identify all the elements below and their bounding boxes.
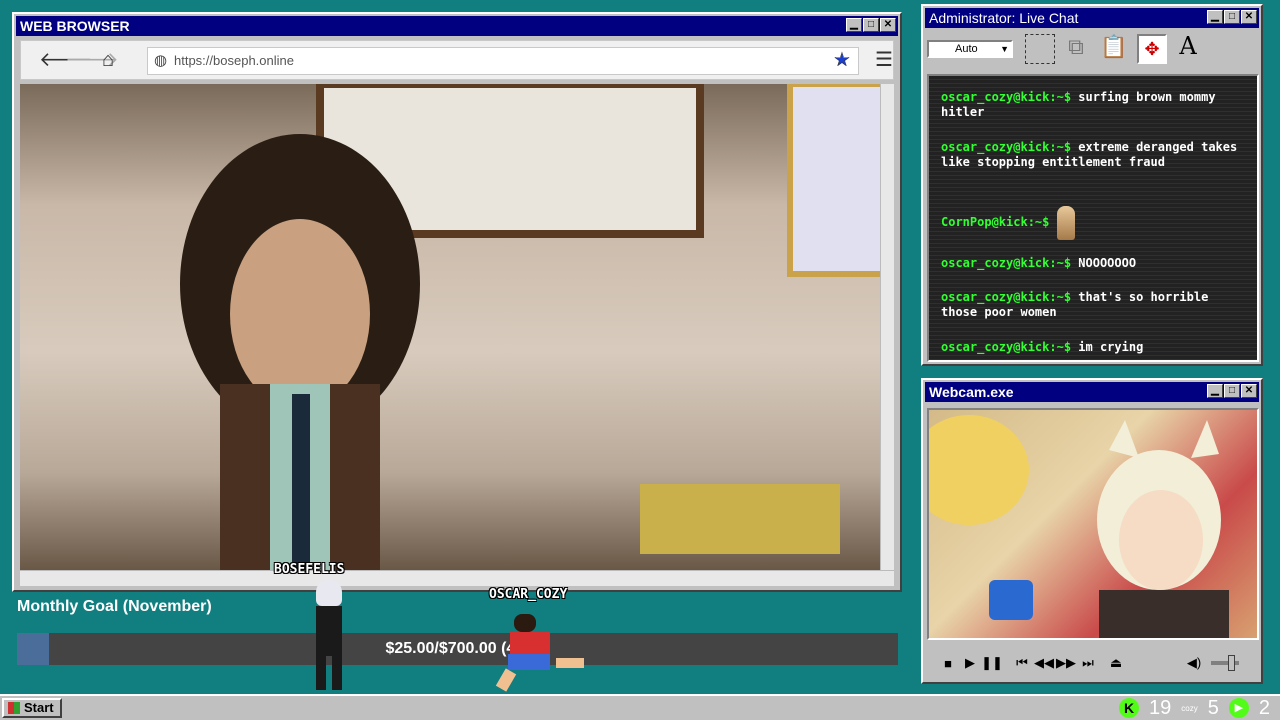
video-frame (180, 84, 884, 570)
chat-username: oscar_cozy@kick:~$ (941, 256, 1072, 270)
hamburger-menu-icon[interactable]: ☰ (873, 49, 895, 71)
webpage-video-content[interactable] (20, 84, 884, 570)
chat-message: oscar_cozy@kick:~$ NOOOOOOO (941, 256, 1247, 271)
sprite-name-right: OSCAR_COZY (489, 587, 568, 602)
skip-back-icon[interactable]: ⏮ (1011, 652, 1033, 674)
copy-icon[interactable]: ⧉ (1061, 34, 1091, 64)
volume-icon[interactable]: ◀) (1183, 652, 1205, 674)
play-circle-icon: ▶ (1228, 698, 1249, 718)
windows-logo-icon (8, 702, 20, 714)
browser-titlebar[interactable]: WEB BROWSER ▁ □ ✕ (16, 16, 898, 36)
font-select-value: Auto (955, 43, 978, 55)
chat-username: oscar_cozy@kick:~$ (941, 290, 1072, 304)
chat-username: oscar_cozy@kick:~$ (941, 140, 1072, 154)
goal-amount: $25.00/$700.00 (4% (385, 640, 530, 657)
font-select[interactable]: Auto ▼ (927, 40, 1013, 58)
goal-progress-bar: $25.00/$700.00 (4% (17, 633, 898, 665)
browser-toolbar: 🡐 🡒 ⌂ ◍ https://boseph.online ★ ☆ ☰ (20, 40, 894, 80)
chat-message: oscar_cozy@kick:~$ extreme deranged take… (941, 140, 1247, 170)
chat-message: CornPop@kick:~$ (941, 206, 1247, 240)
chat-username: CornPop@kick:~$ (941, 215, 1050, 229)
play-icon[interactable]: ▶ (959, 652, 981, 674)
chat-titlebar[interactable]: Administrator: Live Chat ▁ □ ✕ (925, 8, 1259, 28)
chat-message: oscar_cozy@kick:~$ surfing brown mommy h… (941, 90, 1247, 120)
sprite-character-right (495, 614, 592, 692)
select-area-icon[interactable] (1025, 34, 1055, 64)
tray-count-1: 19 (1149, 696, 1172, 719)
cat-emote-icon (1056, 206, 1075, 240)
close-button[interactable]: ✕ (880, 18, 896, 32)
pause-icon[interactable]: ❚❚ (981, 652, 1003, 674)
chat-message: oscar_cozy@kick:~$ im crying (941, 340, 1247, 355)
chat-text: NOOOOOOO (1078, 256, 1137, 270)
tray-count-3: 2 (1258, 696, 1270, 719)
minimize-button[interactable]: ▁ (846, 18, 862, 32)
minimize-button[interactable]: ▁ (1207, 384, 1223, 398)
kick-logo-icon: K (1119, 698, 1140, 718)
horizontal-scrollbar[interactable] (20, 570, 894, 586)
close-button[interactable]: ✕ (1241, 384, 1257, 398)
url-text: https://boseph.online (174, 53, 294, 68)
maximize-button[interactable]: □ (1224, 384, 1240, 398)
home-icon[interactable]: ⌂ (97, 49, 119, 71)
maximize-button[interactable]: □ (1224, 10, 1240, 24)
browser-title: WEB BROWSER (20, 18, 130, 34)
vertical-scrollbar[interactable] (880, 84, 894, 570)
chat-message: oscar_cozy@kick:~$ that's so horrible th… (941, 290, 1247, 320)
forward-arrow-icon[interactable]: 🡒 (65, 49, 119, 71)
tray-small-label: cozy (1181, 703, 1198, 713)
chat-username: oscar_cozy@kick:~$ (941, 90, 1072, 104)
chat-log[interactable]: oscar_cozy@kick:~$ surfing brown mommy h… (927, 74, 1259, 362)
chat-window: Administrator: Live Chat ▁ □ ✕ Auto ▼ ⧉ … (921, 4, 1263, 366)
taskbar: Start K 19 cozy 5 ▶ 2 (0, 694, 1280, 720)
move-icon[interactable]: ✥ (1137, 34, 1167, 64)
tray-count-2: 5 (1207, 696, 1219, 719)
address-bar[interactable]: ◍ https://boseph.online ★ (147, 47, 859, 75)
sprite-name-left: BOSEFELIS (274, 562, 345, 577)
paste-icon[interactable]: 📋 (1099, 34, 1129, 64)
star-outline-icon[interactable]: ☆ (831, 49, 853, 71)
avatar (929, 415, 1229, 638)
goal-title: Monthly Goal (November) (17, 598, 212, 615)
start-label: Start (24, 700, 54, 715)
webcam-window: Webcam.exe ▁ □ ✕ ■ ▶ ❚❚ ⏮ ◀◀ ▶▶ ⏭ ⏏ ◀) (921, 378, 1263, 684)
sprite-character-left (306, 580, 352, 692)
rewind-icon[interactable]: ◀◀ (1033, 652, 1055, 674)
chevron-down-icon: ▼ (1000, 44, 1009, 54)
chat-username: oscar_cozy@kick:~$ (941, 340, 1072, 354)
webcam-title: Webcam.exe (929, 384, 1014, 400)
webcam-titlebar[interactable]: Webcam.exe ▁ □ ✕ (925, 382, 1259, 402)
webcam-feed (927, 408, 1259, 640)
system-tray: K 19 cozy 5 ▶ 2 (1119, 696, 1270, 720)
back-arrow-icon[interactable]: 🡐 (39, 49, 93, 71)
close-button[interactable]: ✕ (1241, 10, 1257, 24)
fast-forward-icon[interactable]: ▶▶ (1055, 652, 1077, 674)
media-controls: ■ ▶ ❚❚ ⏮ ◀◀ ▶▶ ⏭ ⏏ ◀) (927, 646, 1259, 680)
volume-slider-thumb[interactable] (1228, 655, 1235, 671)
stop-icon[interactable]: ■ (937, 652, 959, 674)
chat-text: im crying (1078, 340, 1144, 354)
minimize-button[interactable]: ▁ (1207, 10, 1223, 24)
maximize-button[interactable]: □ (863, 18, 879, 32)
start-button[interactable]: Start (2, 698, 62, 718)
font-icon[interactable]: A (1173, 32, 1203, 64)
chat-toolbar: Auto ▼ ⧉ 📋 ✥ A (927, 30, 1257, 72)
skip-forward-icon[interactable]: ⏭ (1077, 652, 1099, 674)
volume-slider[interactable] (1211, 655, 1239, 671)
eject-icon[interactable]: ⏏ (1105, 652, 1127, 674)
browser-window: WEB BROWSER ▁ □ ✕ 🡐 🡒 ⌂ ◍ https://boseph… (12, 12, 902, 592)
globe-icon: ◍ (154, 52, 168, 69)
chat-title: Administrator: Live Chat (929, 10, 1079, 26)
